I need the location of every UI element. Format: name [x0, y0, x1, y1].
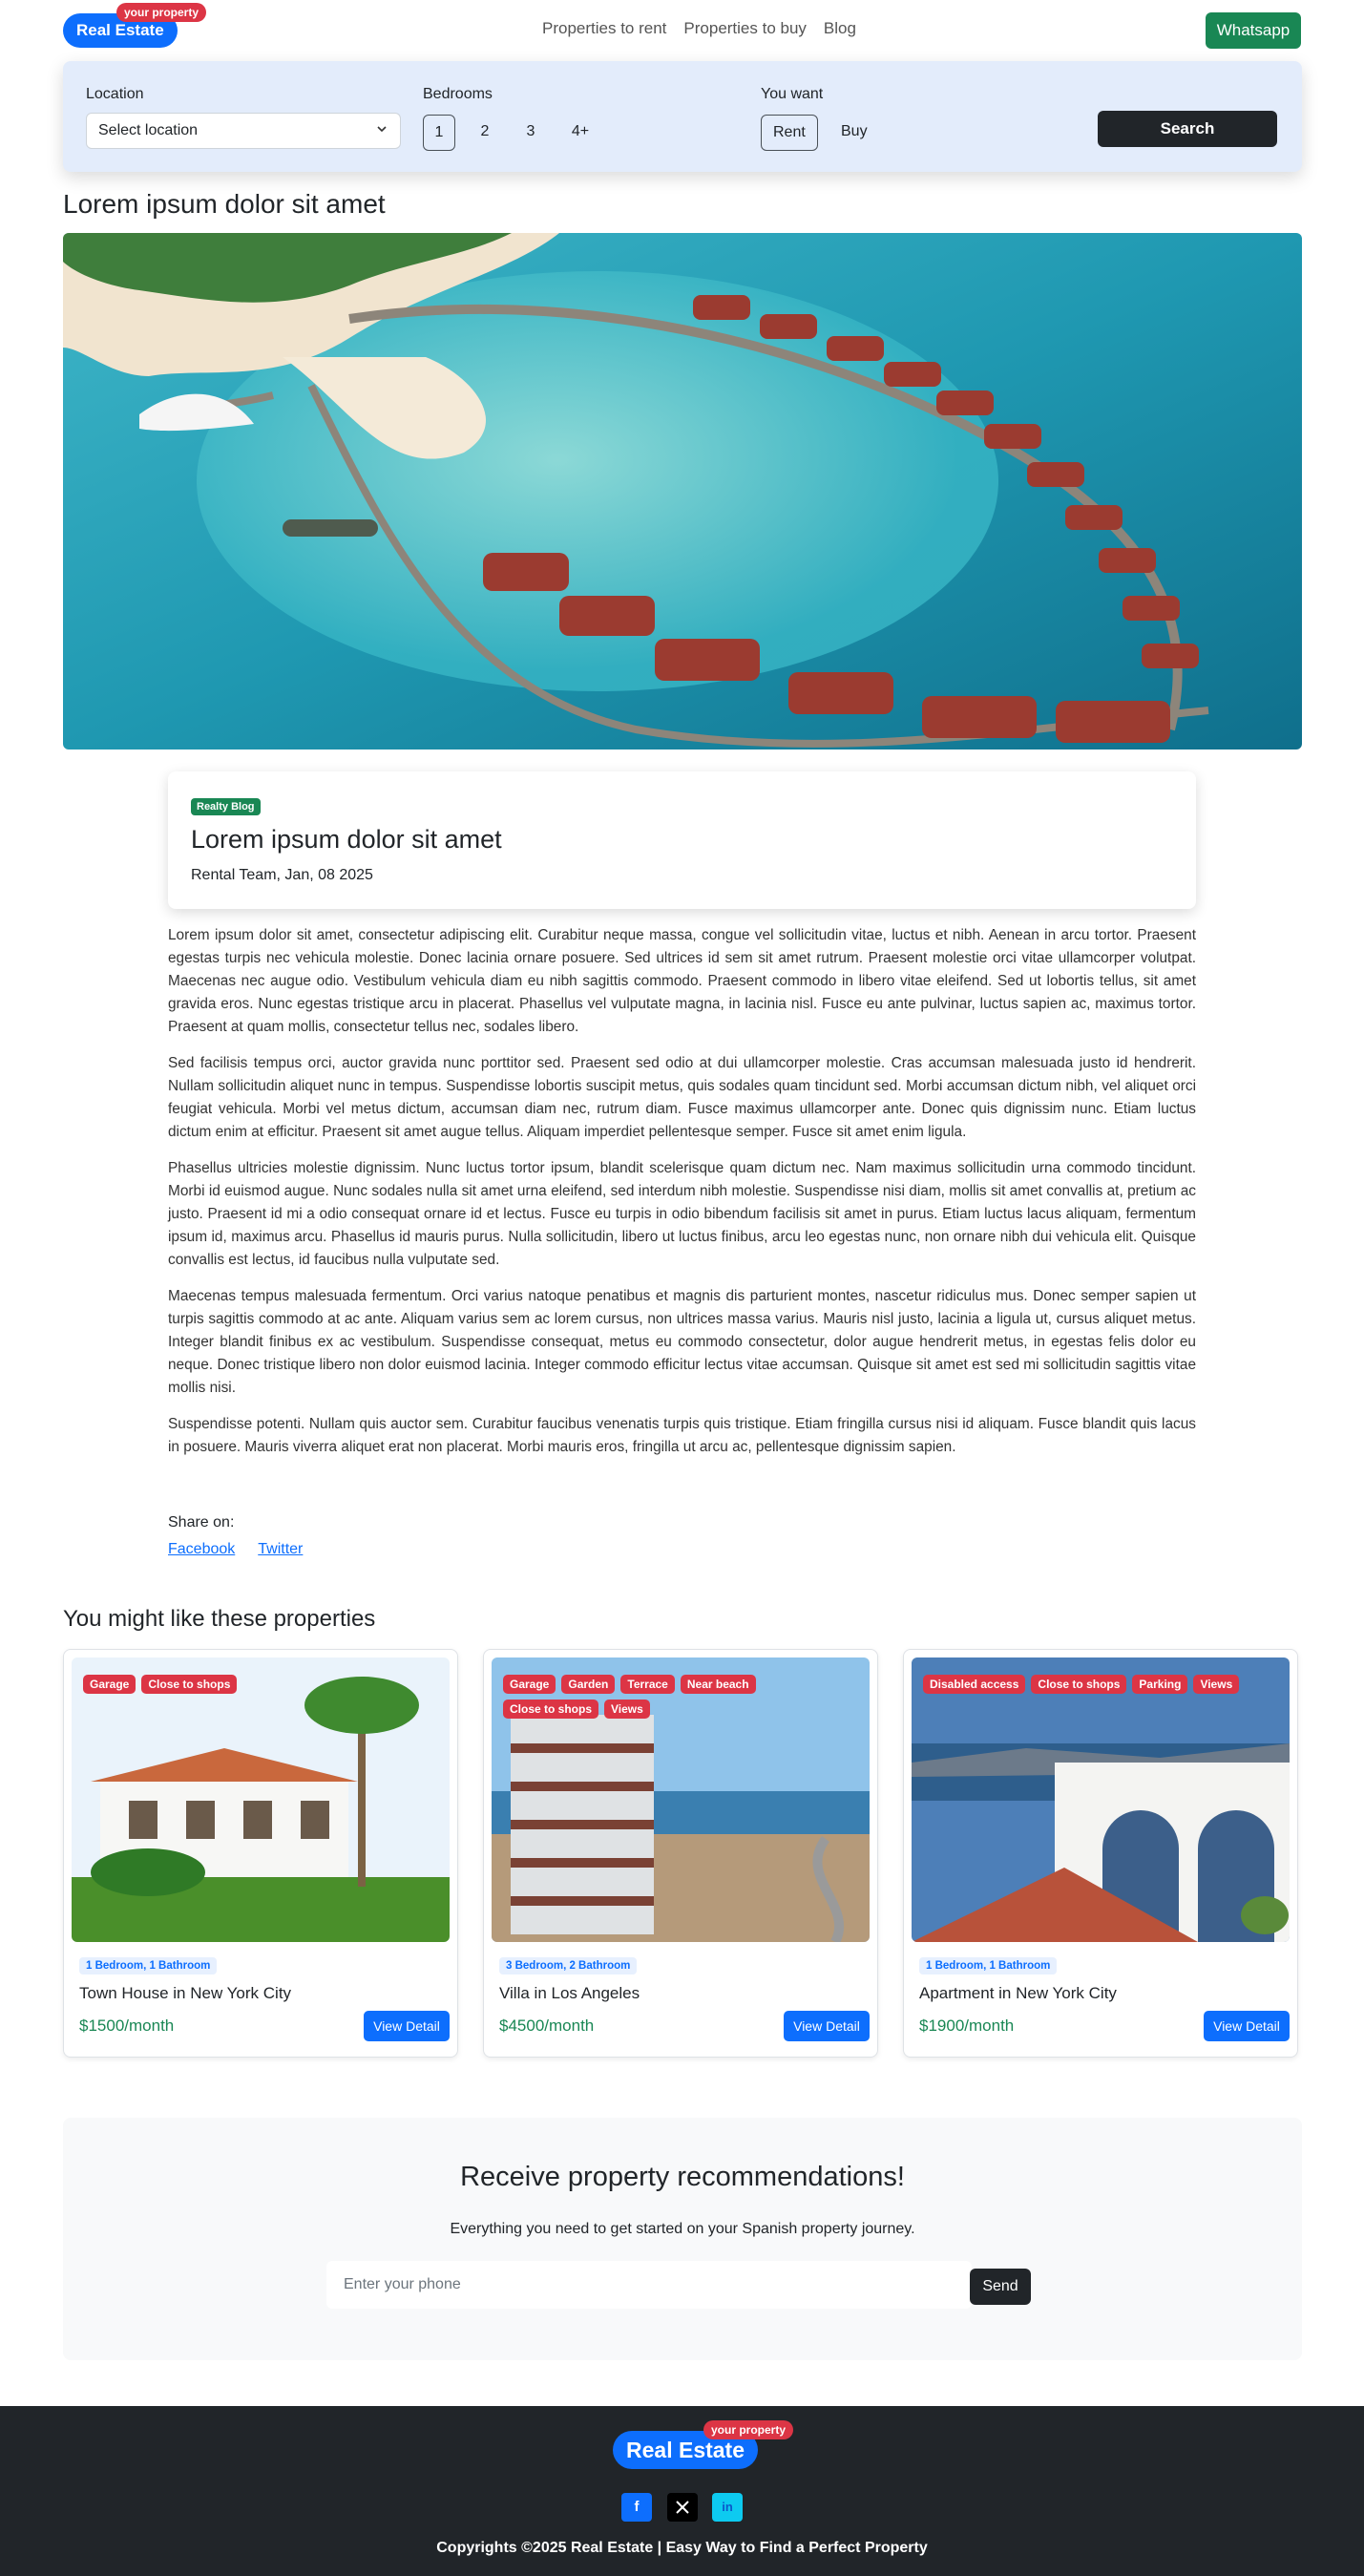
search-button[interactable]: Search	[1098, 111, 1277, 147]
bedroom-option-1[interactable]: 1	[423, 115, 455, 151]
chevron-down-icon	[375, 114, 388, 148]
article-paragraph: Suspendisse potenti. Nullam quis auctor …	[168, 1416, 1196, 1455]
property-tags: Garage Close to shops	[83, 1675, 436, 1694]
property-tag: Close to shops	[503, 1700, 599, 1719]
share-twitter-link[interactable]: Twitter	[258, 1541, 303, 1558]
property-tag: Views	[604, 1700, 650, 1719]
bedroom-option-2[interactable]: 2	[469, 115, 501, 151]
location-select[interactable]: Select location	[86, 113, 401, 149]
property-tags: Disabled access Close to shops Parking V…	[923, 1675, 1276, 1694]
property-price: $1500/month	[79, 2016, 174, 2036]
page-title: Lorem ipsum dolor sit amet	[63, 189, 386, 219]
price-value: $4500	[499, 2016, 545, 2035]
property-image	[72, 1658, 450, 1942]
logo-badge: your property	[116, 3, 207, 22]
facebook-icon[interactable]: f	[621, 2493, 652, 2522]
want-label: You want	[761, 86, 824, 102]
article-paragraph: Sed facilisis tempus orci, auctor gravid…	[168, 1055, 1196, 1140]
property-tag: Near beach	[680, 1675, 756, 1694]
property-beds-badge: 1 Bedroom, 1 Bathroom	[79, 1957, 218, 1974]
article-title: Lorem ipsum dolor sit amet	[191, 825, 502, 854]
property-tag: Garden	[561, 1675, 616, 1694]
property-tags: Garage Garden Terrace Near beach Close t…	[503, 1675, 856, 1719]
article-paragraph: Lorem ipsum dolor sit amet, consectetur …	[168, 927, 1196, 1035]
property-tag: Garage	[503, 1675, 556, 1694]
nav-link-rent[interactable]: Properties to rent	[542, 19, 666, 38]
property-name: Apartment in New York City	[919, 1984, 1117, 2002]
related-title: You might like these properties	[63, 1606, 376, 1632]
property-card: Disabled access Close to shops Parking V…	[903, 1649, 1298, 2058]
footer-logo-badge: your property	[703, 2420, 794, 2439]
property-price: $4500/month	[499, 2016, 594, 2036]
price-value: $1900	[919, 2016, 965, 2035]
property-tag: Close to shops	[141, 1675, 238, 1694]
navbar: Real Estate your property Properties to …	[0, 0, 1364, 59]
property-card: Garage Garden Terrace Near beach Close t…	[483, 1649, 878, 2058]
location-select-value: Select location	[98, 122, 199, 138]
share-label: Share on:	[168, 1514, 235, 1531]
bedroom-option-4plus[interactable]: 4+	[564, 115, 597, 151]
price-unit: /month	[964, 2016, 1015, 2035]
category-badge: Realty Blog	[191, 798, 261, 815]
property-tag: Garage	[83, 1675, 136, 1694]
property-tag: Disabled access	[923, 1675, 1026, 1694]
view-detail-button[interactable]: View Detail	[784, 2011, 870, 2041]
article-header-card: Realty Blog Lorem ipsum dolor sit amet R…	[168, 771, 1196, 909]
property-tag: Parking	[1132, 1675, 1188, 1694]
article-paragraph: Maecenas tempus malesuada fermentum. Orc…	[168, 1288, 1196, 1396]
property-card: Garage Close to shops 1 Bedroom, 1 Bathr…	[63, 1649, 458, 2058]
property-name: Town House in New York City	[79, 1984, 292, 2002]
want-rent[interactable]: Rent	[761, 115, 818, 151]
price-value: $1500	[79, 2016, 125, 2035]
share-facebook-link[interactable]: Facebook	[168, 1541, 235, 1558]
footer: Real Estate your property f in Copyright…	[0, 2406, 1364, 2576]
nav-link-buy[interactable]: Properties to buy	[683, 19, 807, 38]
price-unit: /month	[544, 2016, 595, 2035]
property-tag: Close to shops	[1031, 1675, 1127, 1694]
property-tag: Views	[1193, 1675, 1240, 1694]
view-detail-button[interactable]: View Detail	[364, 2011, 450, 2041]
send-button[interactable]: Send	[970, 2269, 1031, 2305]
property-price: $1900/month	[919, 2016, 1014, 2036]
share-links: Facebook Twitter	[168, 1541, 303, 1558]
want-buy[interactable]: Buy	[829, 115, 879, 151]
bedroom-option-3[interactable]: 3	[514, 115, 547, 151]
article-body: Lorem ipsum dolor sit amet, consectetur …	[168, 924, 1196, 1472]
location-label: Location	[86, 86, 144, 102]
price-unit: /month	[124, 2016, 175, 2035]
property-beds-badge: 1 Bedroom, 1 Bathroom	[919, 1957, 1058, 1974]
property-tag: Terrace	[620, 1675, 675, 1694]
nav-link-blog[interactable]: Blog	[824, 19, 856, 38]
property-beds-badge: 3 Bedroom, 2 Bathroom	[499, 1957, 638, 1974]
search-panel: Location Select location Bedrooms 1 2 3 …	[63, 61, 1302, 172]
property-name: Villa in Los Angeles	[499, 1984, 640, 2002]
x-icon[interactable]	[667, 2493, 698, 2522]
copyright-text: Copyrights ©2025 Real Estate | Easy Way …	[436, 2540, 928, 2556]
hero-image	[63, 233, 1302, 750]
article-paragraph: Phasellus ultricies molestie dignissim. …	[168, 1160, 1196, 1268]
phone-input[interactable]: Enter your phone	[326, 2261, 972, 2309]
recommendation-section: Receive property recommendations! Everyt…	[63, 2118, 1302, 2360]
linkedin-icon[interactable]: in	[712, 2493, 743, 2522]
property-image	[912, 1658, 1290, 1942]
nav-links: Properties to rent Properties to buy Blo…	[542, 19, 856, 38]
article-meta: Rental Team, Jan, 08 2025	[191, 867, 373, 883]
reco-subtitle: Everything you need to get started on yo…	[450, 2221, 915, 2237]
view-detail-button[interactable]: View Detail	[1204, 2011, 1290, 2041]
bedrooms-label: Bedrooms	[423, 86, 493, 102]
reco-title: Receive property recommendations!	[460, 2162, 905, 2192]
whatsapp-button[interactable]: Whatsapp	[1206, 12, 1301, 49]
